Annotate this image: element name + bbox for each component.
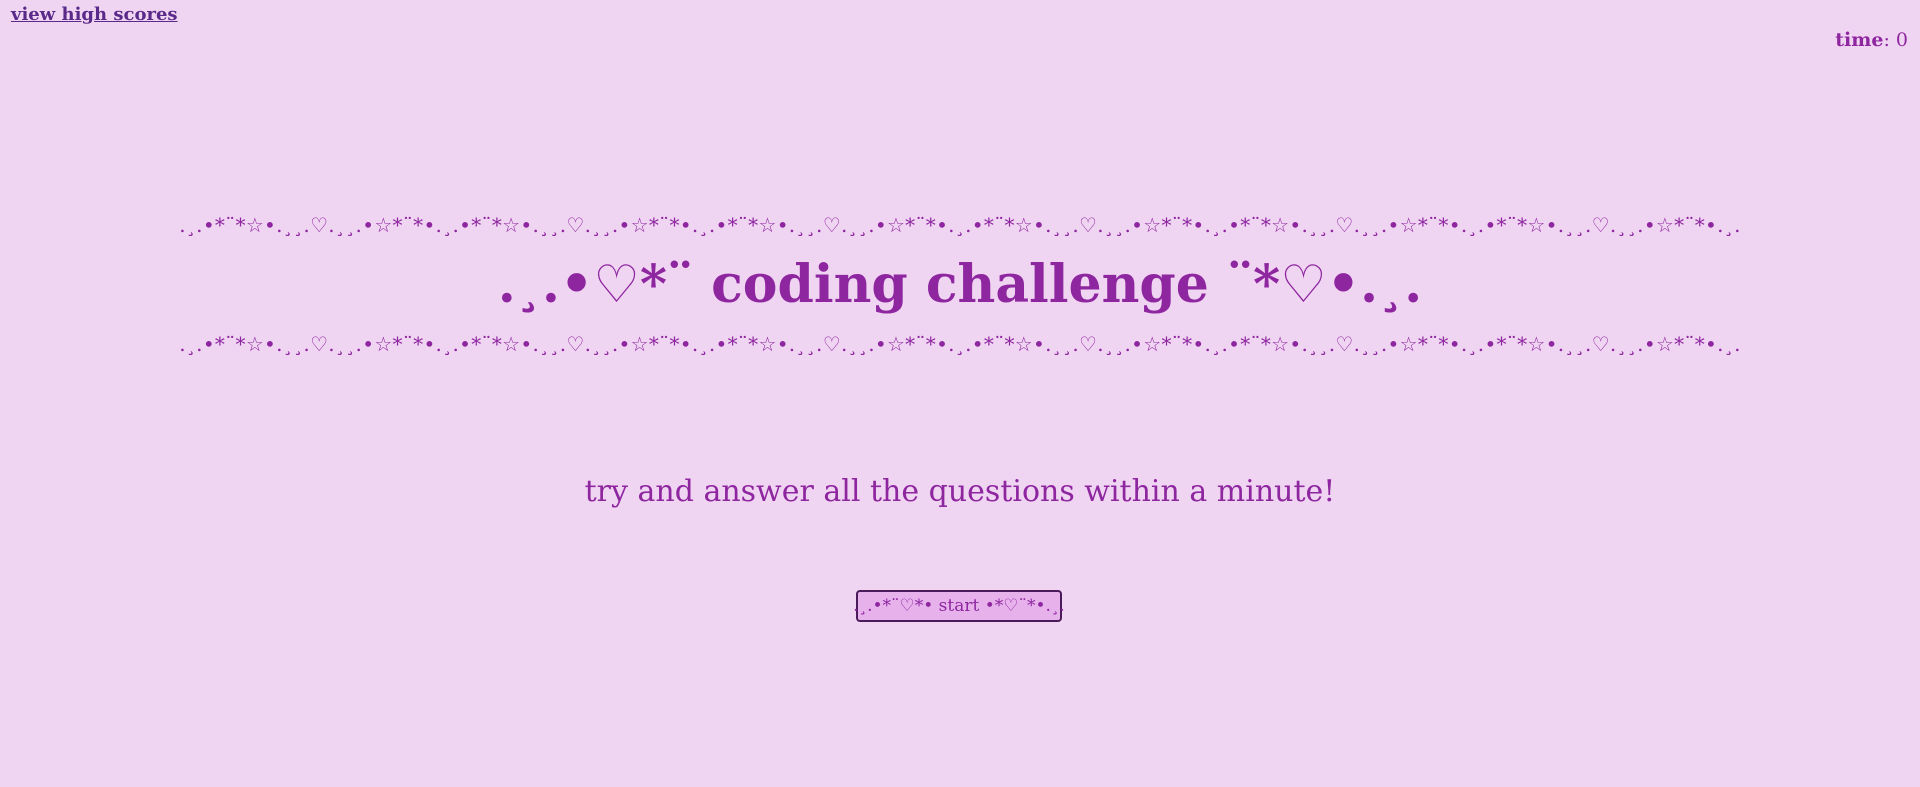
instructions-text: try and answer all the questions within … [584, 474, 1336, 509]
decorative-border-top: .¸.•*¨*☆•.¸¸.♡.¸¸.•☆*¨*•.¸.•*¨*☆•.¸¸.♡.¸… [179, 213, 1741, 237]
timer-value: 0 [1895, 29, 1908, 51]
view-high-scores-link[interactable]: view high scores [11, 4, 178, 25]
decorative-border-bottom: .¸.•*¨*☆•.¸¸.♡.¸¸.•☆*¨*•.¸.•*¨*☆•.¸¸.♡.¸… [179, 332, 1741, 356]
timer-label: time [1835, 29, 1884, 51]
start-button[interactable]: .¸.•*¨♡*• start •*♡¨*•.¸. [853, 590, 1065, 622]
page-title: .¸.•♡*¨ coding challenge ¨*♡•.¸. [497, 254, 1423, 315]
timer-display: time: 0 [1835, 29, 1908, 51]
timer-separator: : [1883, 29, 1896, 51]
